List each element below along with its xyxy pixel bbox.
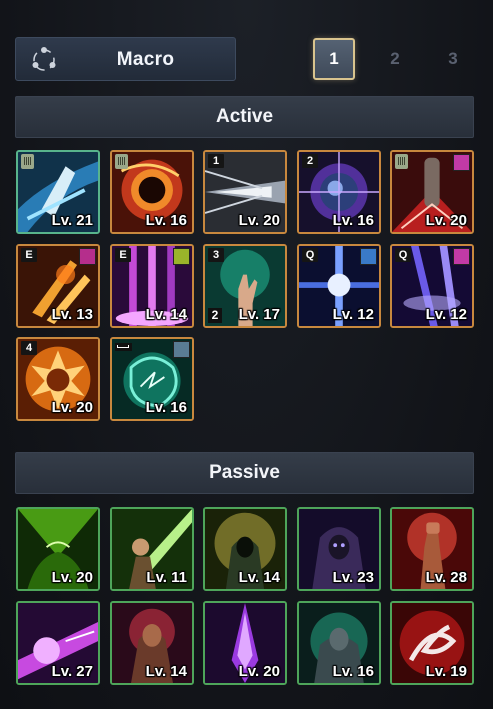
skill-level: Lv. 19 — [425, 663, 467, 680]
skill-level: Lv. 28 — [425, 569, 467, 586]
passive-skill-10[interactable]: Lv. 19 — [390, 601, 474, 685]
macro-label: Macro — [116, 49, 175, 70]
passive-skill-1[interactable]: Lv. 20 — [16, 507, 100, 591]
page-tab-1[interactable]: 1 — [313, 38, 355, 80]
skill-level: Lv. 11 — [146, 569, 187, 586]
active-skill-4[interactable]: 2 Lv. 16 — [297, 150, 381, 234]
skill-level: Lv. 21 — [51, 212, 93, 229]
page-tab-3[interactable]: 3 — [432, 38, 474, 80]
hotkey-label: Q — [395, 248, 411, 262]
passive-skill-6[interactable]: Lv. 27 — [16, 601, 100, 685]
active-skill-9[interactable]: Q Lv. 12 — [297, 244, 381, 328]
passive-section-title: Passive — [15, 452, 474, 494]
secondary-hotkey-label: 2 — [208, 308, 222, 323]
skill-level: Lv. 16 — [145, 212, 187, 229]
rune-gem-icon — [173, 341, 190, 358]
skill-level: Lv. 14 — [238, 569, 280, 586]
page-tab-2[interactable]: 2 — [374, 38, 416, 80]
hotkey-label: 3 — [208, 248, 224, 262]
skill-level: Lv. 20 — [51, 569, 93, 586]
passive-skill-5[interactable]: Lv. 28 — [390, 507, 474, 591]
passive-skill-8[interactable]: Lv. 20 — [203, 601, 287, 685]
hand-key-icon — [21, 154, 34, 169]
active-skill-12[interactable]: Lv. 16 — [110, 337, 194, 421]
hotkey-label: 1 — [208, 154, 224, 168]
passive-skill-9[interactable]: Lv. 16 — [297, 601, 381, 685]
hand-key-icon — [115, 154, 128, 169]
active-skill-10[interactable]: Q Lv. 12 — [390, 244, 474, 328]
hotkey-label: E — [21, 248, 37, 262]
passive-skill-2[interactable]: Lv. 11 — [110, 507, 194, 591]
skill-level: Lv. 23 — [332, 569, 374, 586]
passive-skill-4[interactable]: Lv. 23 — [297, 507, 381, 591]
rune-gem-icon — [453, 248, 470, 265]
skill-level: Lv. 16 — [332, 212, 374, 229]
skill-level: Lv. 13 — [51, 306, 93, 323]
skill-level: Lv. 16 — [332, 663, 374, 680]
skill-level: Lv. 17 — [238, 306, 280, 323]
rune-gem-icon — [79, 248, 96, 265]
active-skill-2[interactable]: Lv. 16 — [110, 150, 194, 234]
rune-gem-icon — [453, 154, 470, 171]
skill-level: Lv. 12 — [425, 306, 467, 323]
active-skill-8[interactable]: 3 2 Lv. 17 — [203, 244, 287, 328]
skill-level: Lv. 12 — [332, 306, 374, 323]
rune-gem-icon — [173, 248, 190, 265]
hotkey-label: Q — [302, 248, 318, 262]
active-skill-1[interactable]: Lv. 21 — [16, 150, 100, 234]
hotkey-label: 2 — [302, 154, 318, 168]
skill-level: Lv. 20 — [238, 212, 280, 229]
hand-key-icon — [395, 154, 408, 169]
active-skill-3[interactable]: 1 Lv. 20 — [203, 150, 287, 234]
active-skill-5[interactable]: Lv. 20 — [390, 150, 474, 234]
hotkey-label: E — [115, 248, 131, 262]
active-skill-11[interactable]: 4 Lv. 20 — [16, 337, 100, 421]
hotkey-label: 4 — [21, 341, 37, 355]
skill-level: Lv. 14 — [145, 306, 187, 323]
active-skill-6[interactable]: E Lv. 13 — [16, 244, 100, 328]
skill-level: Lv. 20 — [51, 399, 93, 416]
skill-level: Lv. 20 — [425, 212, 467, 229]
skill-level: Lv. 27 — [51, 663, 93, 680]
skill-level: Lv. 14 — [145, 663, 187, 680]
passive-skill-3[interactable]: Lv. 14 — [203, 507, 287, 591]
active-section-title: Active — [15, 96, 474, 138]
skill-level: Lv. 16 — [145, 399, 187, 416]
spacebar-key-icon — [115, 343, 132, 351]
active-skill-7[interactable]: E Lv. 14 — [110, 244, 194, 328]
passive-skill-7[interactable]: Lv. 14 — [110, 601, 194, 685]
macro-button[interactable]: Macro — [15, 37, 236, 81]
skill-level: Lv. 20 — [238, 663, 280, 680]
rune-gem-icon — [360, 248, 377, 265]
